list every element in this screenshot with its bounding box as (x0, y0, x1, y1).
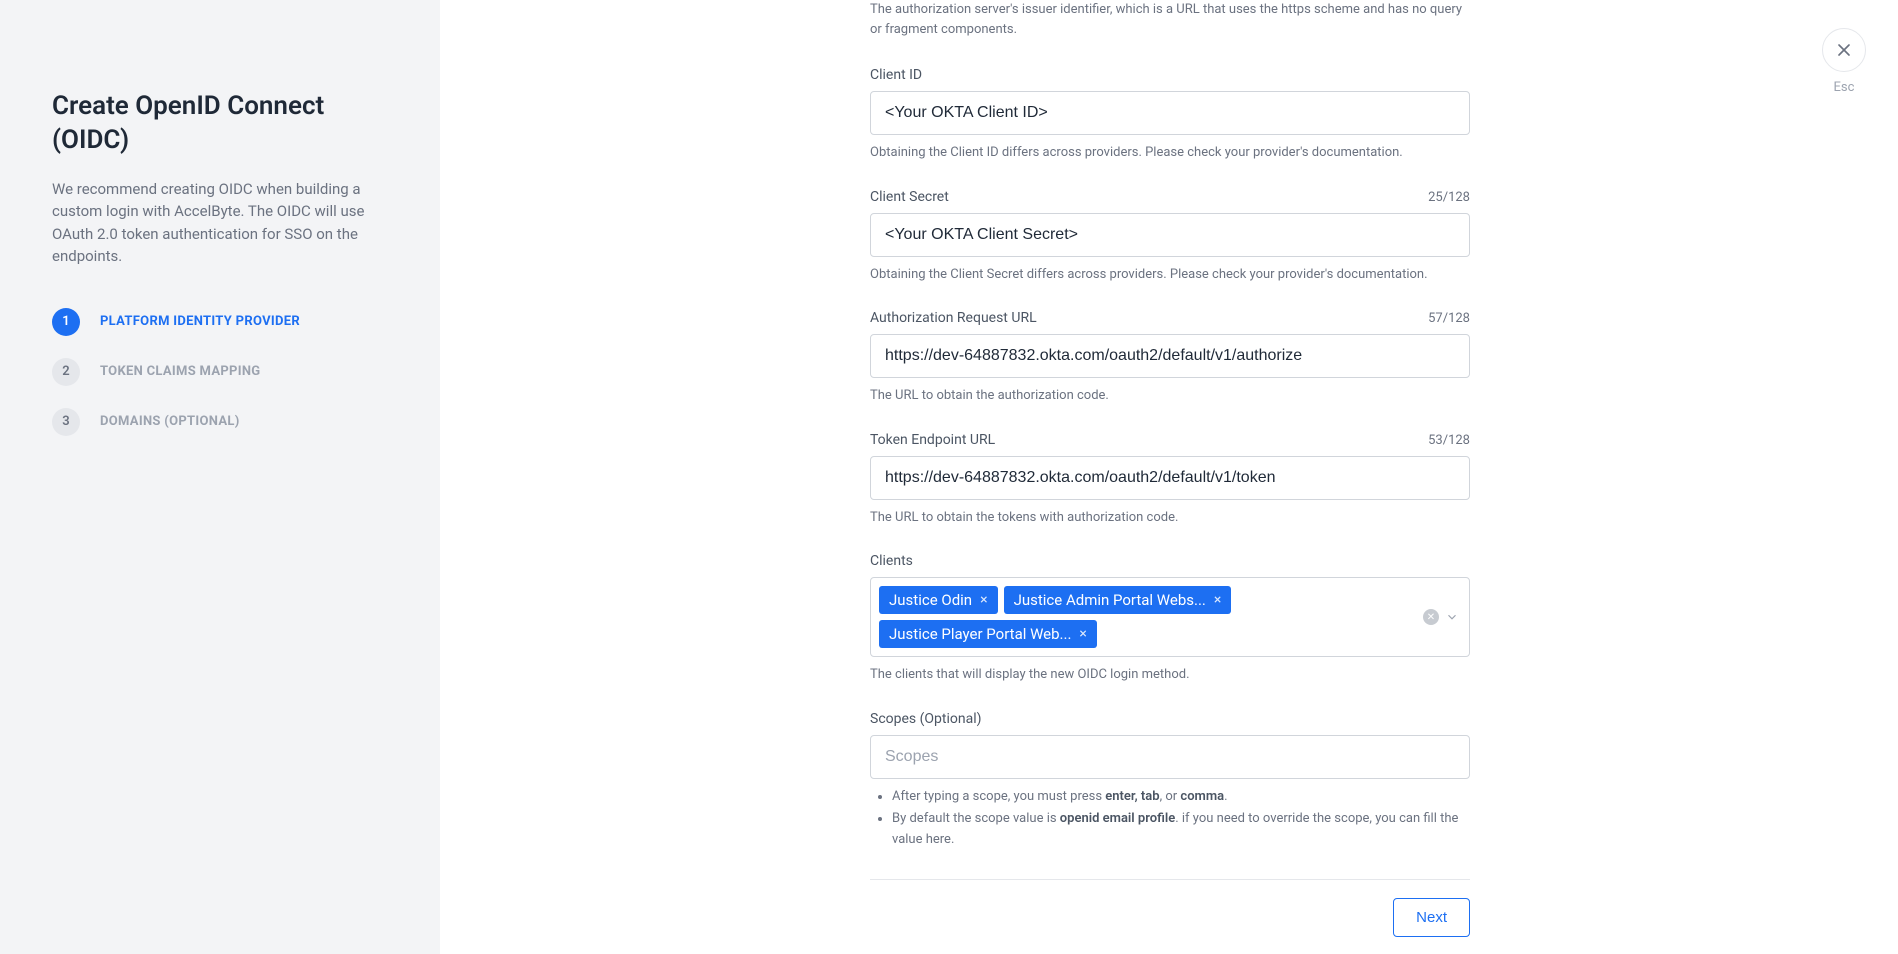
issuer-help-text: The authorization server's issuer identi… (870, 0, 1470, 39)
chevron-down-icon[interactable] (1445, 610, 1459, 624)
auth-url-input[interactable] (870, 334, 1470, 378)
client-id-help: Obtaining the Client ID differs across p… (870, 143, 1470, 163)
client-id-input[interactable] (870, 91, 1470, 135)
scopes-help-item: After typing a scope, you must press ent… (892, 787, 1470, 808)
clients-clear-icon[interactable]: ✕ (1423, 609, 1439, 625)
client-chip: Justice Player Portal Web... × (879, 620, 1097, 648)
page-description: We recommend creating OIDC when building… (52, 178, 388, 268)
token-url-label: Token Endpoint URL (870, 432, 995, 448)
step-platform-identity-provider[interactable]: 1 PLATFORM IDENTITY PROVIDER (52, 308, 388, 336)
step-label: PLATFORM IDENTITY PROVIDER (100, 314, 300, 329)
token-url-input[interactable] (870, 456, 1470, 500)
chip-label: Justice Odin (889, 591, 972, 609)
clients-help: The clients that will display the new OI… (870, 665, 1470, 685)
field-clients: Clients Justice Odin × Justice Admin Por… (870, 553, 1470, 685)
field-client-secret: Client Secret 25/128 Obtaining the Clien… (870, 189, 1470, 285)
close-icon (1834, 40, 1854, 60)
wizard-steps: 1 PLATFORM IDENTITY PROVIDER 2 TOKEN CLA… (52, 308, 388, 436)
field-scopes: Scopes (Optional) After typing a scope, … (870, 711, 1470, 851)
close-shortcut-label: Esc (1834, 80, 1855, 95)
step-domains-optional[interactable]: 3 DOMAINS (OPTIONAL) (52, 408, 388, 436)
close-button[interactable] (1822, 28, 1866, 72)
field-auth-url: Authorization Request URL 57/128 The URL… (870, 310, 1470, 406)
scopes-help-list: After typing a scope, you must press ent… (870, 787, 1470, 851)
scopes-help-item: By default the scope value is openid ema… (892, 809, 1470, 851)
step-label: TOKEN CLAIMS MAPPING (100, 364, 260, 379)
client-secret-count: 25/128 (1428, 190, 1470, 205)
token-url-count: 53/128 (1428, 433, 1470, 448)
field-client-id: Client ID Obtaining the Client ID differ… (870, 67, 1470, 163)
step-number: 2 (52, 358, 80, 386)
client-secret-help: Obtaining the Client Secret differs acro… (870, 265, 1470, 285)
footer-divider (870, 879, 1470, 880)
chip-remove-icon[interactable]: × (1079, 626, 1086, 642)
step-label: DOMAINS (OPTIONAL) (100, 414, 240, 429)
auth-url-count: 57/128 (1428, 311, 1470, 326)
client-secret-input[interactable] (870, 213, 1470, 257)
main-panel: Esc The authorization server's issuer id… (440, 0, 1898, 954)
auth-url-help: The URL to obtain the authorization code… (870, 386, 1470, 406)
page-title: Create OpenID Connect (OIDC) (52, 90, 388, 158)
token-url-help: The URL to obtain the tokens with author… (870, 508, 1470, 528)
chip-label: Justice Player Portal Web... (889, 625, 1071, 643)
client-chip: Justice Admin Portal Webs... × (1004, 586, 1232, 614)
client-id-label: Client ID (870, 67, 922, 83)
step-token-claims-mapping[interactable]: 2 TOKEN CLAIMS MAPPING (52, 358, 388, 386)
wizard-sidebar: Create OpenID Connect (OIDC) We recommen… (0, 0, 440, 954)
client-chip: Justice Odin × (879, 586, 998, 614)
auth-url-label: Authorization Request URL (870, 310, 1037, 326)
next-button[interactable]: Next (1393, 898, 1470, 937)
chip-label: Justice Admin Portal Webs... (1014, 591, 1206, 609)
step-number: 1 (52, 308, 80, 336)
field-token-url: Token Endpoint URL 53/128 The URL to obt… (870, 432, 1470, 528)
clients-label: Clients (870, 553, 913, 569)
chip-remove-icon[interactable]: × (980, 592, 987, 608)
chip-remove-icon[interactable]: × (1214, 592, 1221, 608)
client-secret-label: Client Secret (870, 189, 949, 205)
scopes-input[interactable] (870, 735, 1470, 779)
scopes-label: Scopes (Optional) (870, 711, 982, 727)
step-number: 3 (52, 408, 80, 436)
clients-multiselect[interactable]: Justice Odin × Justice Admin Portal Webs… (870, 577, 1470, 657)
